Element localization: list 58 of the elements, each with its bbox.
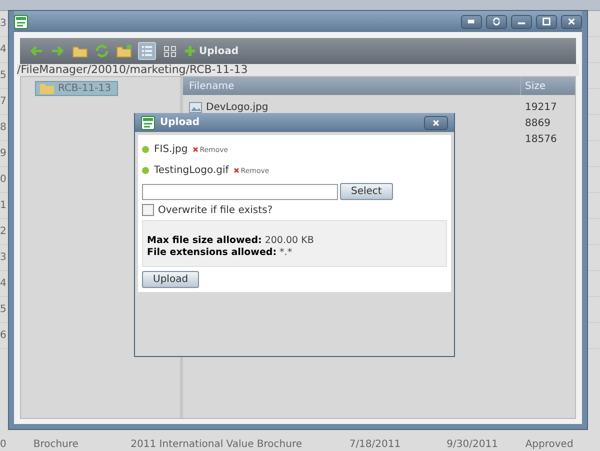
path-text: /FileManager/20010/marketing/RCB-11-13 bbox=[17, 64, 579, 76]
close-button[interactable] bbox=[561, 14, 582, 28]
list-view-icon[interactable] bbox=[138, 42, 156, 60]
plus-icon bbox=[184, 45, 196, 57]
folder-icon bbox=[40, 83, 54, 94]
refresh-icon[interactable] bbox=[94, 43, 110, 59]
close-icon bbox=[567, 17, 576, 26]
file-name: TestingLogo.gif bbox=[154, 165, 229, 176]
maximize-button[interactable] bbox=[536, 14, 557, 28]
info-text: Max file size allowed: 200.00 KB bbox=[147, 235, 315, 246]
row-number: 5 bbox=[0, 304, 8, 315]
row-number: 4 bbox=[0, 44, 8, 55]
row-number: 5 bbox=[0, 70, 8, 81]
file-size: 19217 bbox=[524, 100, 558, 114]
row-number: 0 bbox=[0, 174, 8, 185]
file-name[interactable]: DevLogo.jpg bbox=[206, 102, 268, 112]
overwrite-checkbox[interactable] bbox=[142, 204, 154, 216]
close-button[interactable] bbox=[424, 116, 448, 130]
file-input-field[interactable] bbox=[142, 184, 338, 200]
cross-icon bbox=[192, 147, 198, 152]
upload-button[interactable]: Upload bbox=[184, 45, 238, 57]
table-cell-text: Approved bbox=[524, 438, 574, 450]
row-number: 3 bbox=[0, 252, 8, 263]
pin-button[interactable] bbox=[461, 14, 482, 28]
upload-button[interactable]: Upload bbox=[142, 271, 200, 288]
file-name: FIS.jpg bbox=[154, 144, 188, 155]
row-number: 6 bbox=[0, 330, 8, 341]
info-text: File extensions allowed: *.* bbox=[147, 247, 294, 258]
minimize-button[interactable] bbox=[511, 14, 532, 28]
close-icon bbox=[432, 118, 440, 126]
status-dot-icon bbox=[142, 167, 149, 174]
dialog-icon bbox=[141, 116, 155, 130]
new-folder-icon[interactable] bbox=[116, 43, 132, 59]
row-number: 9 bbox=[0, 148, 8, 159]
row-number: 0 bbox=[0, 438, 8, 450]
row-number: 3 bbox=[0, 18, 8, 29]
file-size: 8869 bbox=[524, 116, 552, 130]
refresh-icon bbox=[492, 17, 501, 26]
row-number: 7 bbox=[0, 96, 8, 107]
checkbox-label: Overwrite if file exists? bbox=[158, 204, 273, 216]
table-cell-text: 9/30/2011 bbox=[446, 438, 499, 450]
row-number: 2 bbox=[0, 226, 8, 237]
table-cell-text: 2011 International Value Brochure bbox=[130, 438, 304, 450]
window-icon bbox=[14, 14, 28, 28]
row-number: 1 bbox=[0, 200, 8, 211]
grid-view-icon[interactable] bbox=[162, 43, 178, 59]
file-size: 18576 bbox=[524, 132, 558, 146]
cross-icon bbox=[234, 168, 239, 173]
image-file-icon bbox=[189, 102, 202, 112]
table-cell-text: Brochure bbox=[32, 438, 80, 450]
dialog-title: Upload bbox=[160, 117, 200, 128]
row-number: 8 bbox=[0, 122, 8, 133]
table-cell-text: 7/18/2011 bbox=[348, 438, 402, 450]
maximize-icon bbox=[542, 17, 551, 26]
select-button[interactable]: Select bbox=[340, 183, 393, 200]
status-dot-icon bbox=[142, 146, 149, 153]
row-number: 4 bbox=[0, 278, 8, 289]
refresh-button[interactable] bbox=[486, 14, 507, 28]
